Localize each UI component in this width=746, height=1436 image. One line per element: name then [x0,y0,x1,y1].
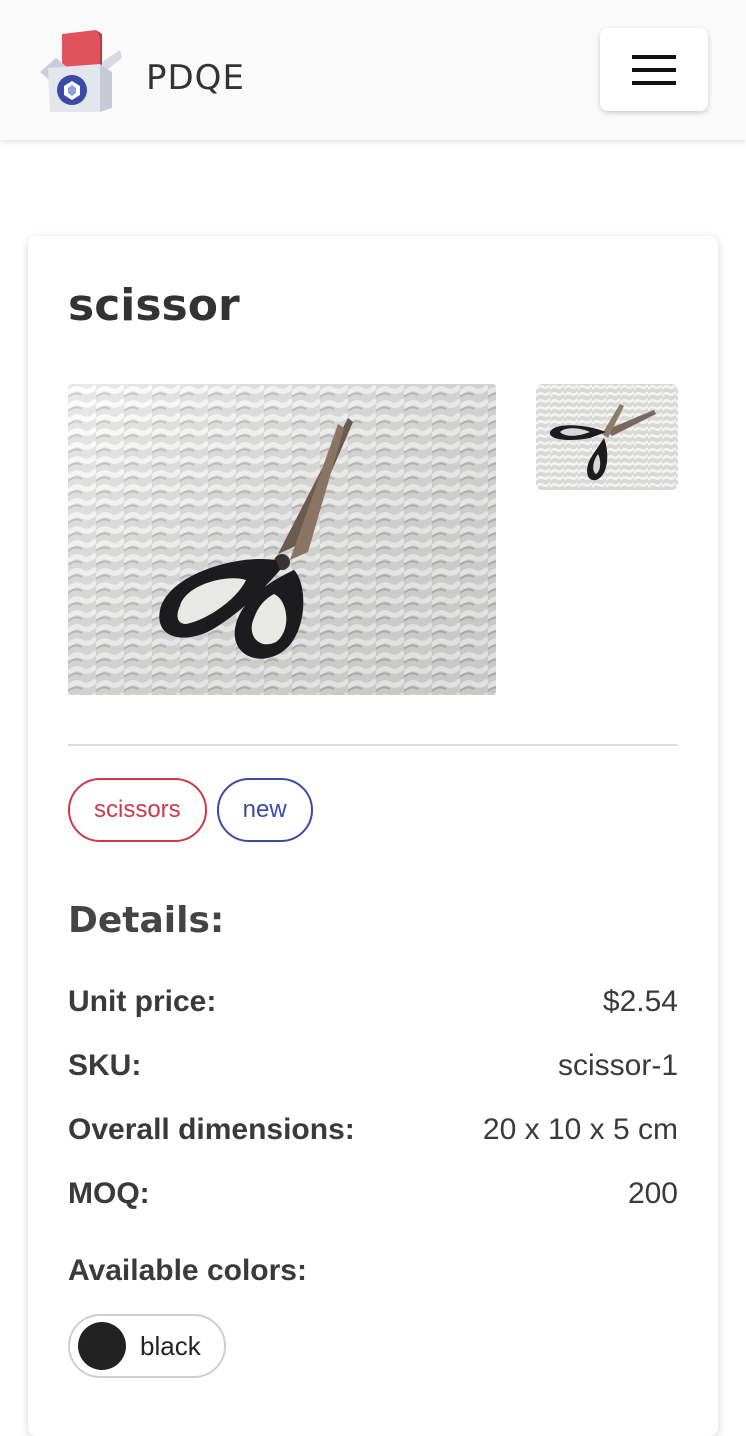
pdqe-logo-icon[interactable] [38,28,122,114]
top-navbar: PDQE [0,0,746,140]
detail-value: 20 x 10 x 5 cm [482,1113,678,1146]
section-divider [68,744,678,746]
color-option-label: black [140,1330,201,1361]
product-title: scissor [68,280,240,331]
detail-value: 200 [627,1177,678,1210]
detail-row-sku: SKU: scissor-1 [68,1046,678,1086]
detail-value: $2.54 [602,985,678,1018]
color-swatch [78,1322,126,1370]
detail-row-dimensions: Overall dimensions: 20 x 10 x 5 cm [68,1110,678,1150]
detail-label: MOQ: [68,1177,150,1210]
tag-scissors[interactable]: scissors [68,778,207,842]
detail-label: Overall dimensions: [68,1113,355,1146]
available-colors-label: Available colors: [68,1254,307,1287]
tag-list: scissors new [68,778,313,842]
detail-row-unit-price: Unit price: $2.54 [68,982,678,1022]
detail-row-moq: MOQ: 200 [68,1174,678,1214]
product-card: scissor scissors new Details: Unit price… [28,236,718,1436]
color-option-black[interactable]: black [68,1314,226,1378]
product-main-image[interactable] [68,384,496,695]
tag-new[interactable]: new [216,778,313,842]
brand-name[interactable]: PDQE [146,58,245,98]
hamburger-menu-icon [632,54,676,85]
detail-label: SKU: [68,1049,142,1082]
detail-value: scissor-1 [557,1049,678,1082]
product-thumbnail[interactable] [536,384,678,490]
detail-label: Unit price: [68,985,217,1018]
menu-button[interactable] [600,28,708,111]
details-heading: Details: [68,900,225,941]
